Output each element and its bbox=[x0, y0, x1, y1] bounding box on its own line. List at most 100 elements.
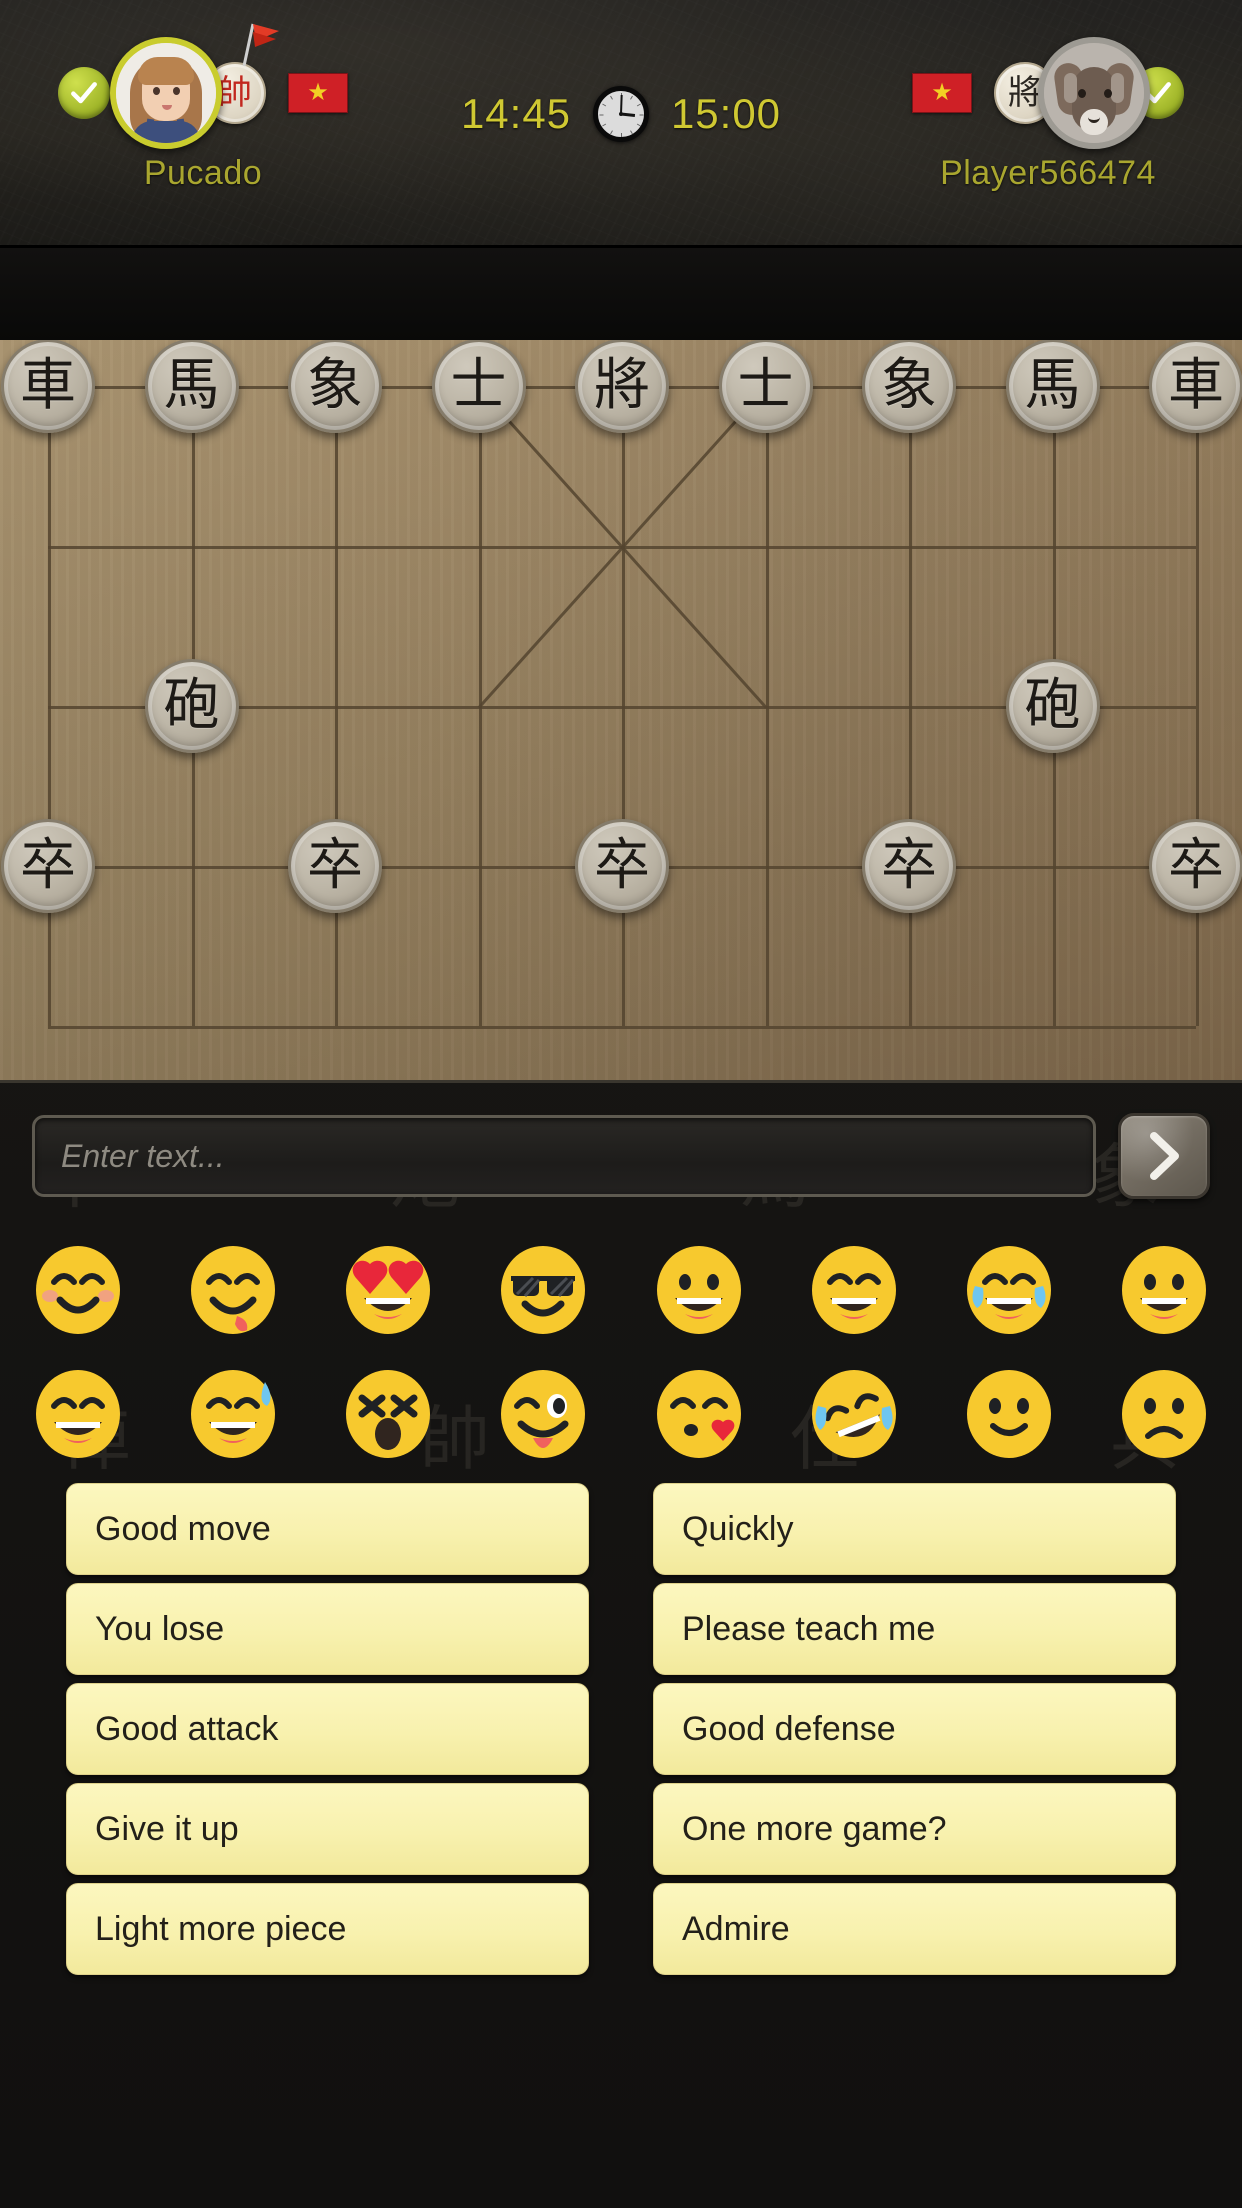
quick-message-label: Good attack bbox=[95, 1709, 279, 1748]
timer-right-value: 15:00 bbox=[670, 90, 782, 137]
game-header: 帥 ★ Pucado 14:45 15:00 ★ 將 Player566474 bbox=[0, 0, 1242, 248]
slightly-smiling-face-emoji bbox=[967, 1370, 1052, 1458]
smiling-face-with-smiling-eyes-emoji[interactable] bbox=[0, 1231, 155, 1349]
face-blowing-a-kiss-emoji bbox=[656, 1370, 741, 1458]
quick-message-label: Light more piece bbox=[95, 1909, 347, 1948]
smiling-face-with-sunglasses-emoji bbox=[501, 1246, 586, 1334]
ready-check-badge-left bbox=[58, 67, 110, 119]
board-piece[interactable]: 卒 bbox=[288, 819, 382, 913]
quick-message-label: One more game? bbox=[682, 1809, 947, 1848]
board-top-gap bbox=[0, 248, 1242, 340]
player-left-country-flag: ★ bbox=[288, 73, 348, 113]
board-piece[interactable]: 士 bbox=[431, 340, 526, 433]
frowning-face-emoji bbox=[1122, 1370, 1207, 1458]
board-piece[interactable]: 砲 bbox=[144, 659, 239, 753]
player-left[interactable]: 帥 ★ Pucado bbox=[58, 23, 348, 193]
chevron-right-icon bbox=[1150, 1132, 1179, 1180]
quick-message-button[interactable]: You lose bbox=[66, 1583, 589, 1675]
ram-avatar bbox=[1044, 43, 1144, 143]
player-right[interactable]: ★ 將 Player566474 bbox=[912, 37, 1184, 193]
chat-input-field[interactable] bbox=[32, 1115, 1096, 1197]
game-timer: 14:45 15:00 bbox=[457, 86, 785, 142]
avatar-left[interactable] bbox=[110, 37, 222, 149]
smiling-face-with-heart-eyes-emoji[interactable] bbox=[311, 1231, 466, 1349]
board-piece[interactable]: 卒 bbox=[862, 819, 956, 913]
board-piece[interactable]: 卒 bbox=[575, 819, 669, 913]
tired-face-emoji bbox=[346, 1370, 431, 1458]
emoji-picker-grid[interactable] bbox=[0, 1231, 1242, 1473]
rolling-on-the-floor-laughing-emoji[interactable] bbox=[776, 1355, 931, 1473]
board-piece[interactable]: 車 bbox=[1, 340, 95, 433]
quick-message-label: Please teach me bbox=[682, 1609, 936, 1648]
smiling-face-with-heart-eyes-emoji bbox=[346, 1246, 431, 1334]
send-message-button[interactable] bbox=[1118, 1113, 1210, 1199]
board-piece[interactable]: 卒 bbox=[1149, 819, 1242, 913]
board-piece[interactable]: 象 bbox=[862, 340, 956, 433]
quick-message-button[interactable]: Good attack bbox=[66, 1683, 589, 1775]
player-right-country-flag: ★ bbox=[912, 73, 972, 113]
quick-message-label: Good defense bbox=[682, 1709, 896, 1748]
board-line-vertical bbox=[1196, 386, 1199, 1026]
winking-face-with-tongue-emoji[interactable] bbox=[466, 1355, 621, 1473]
board-piece[interactable]: 士 bbox=[718, 340, 813, 433]
board-piece[interactable]: 卒 bbox=[1, 819, 95, 913]
timer-left-value: 14:45 bbox=[460, 90, 572, 137]
rolling-on-the-floor-laughing-emoji bbox=[811, 1370, 896, 1458]
face-blowing-a-kiss-emoji[interactable] bbox=[621, 1355, 776, 1473]
xiangqi-board[interactable]: 車馬象士將士象馬車砲砲卒卒卒卒卒 bbox=[0, 340, 1242, 1080]
quick-message-button[interactable]: Give it up bbox=[66, 1783, 589, 1875]
grinning-squinting-face-emoji[interactable] bbox=[776, 1231, 931, 1349]
grinning-face-with-big-eyes-emoji[interactable] bbox=[621, 1231, 776, 1349]
player-right-piece-glyph: 將 bbox=[1008, 73, 1042, 113]
chat-text-input[interactable] bbox=[61, 1137, 1067, 1175]
face-with-tears-of-joy-emoji bbox=[967, 1246, 1052, 1334]
grinning-face-with-big-eyes-emoji bbox=[656, 1246, 741, 1334]
board-piece[interactable]: 馬 bbox=[144, 340, 239, 433]
board-piece[interactable]: 將 bbox=[575, 340, 669, 433]
quick-message-button[interactable]: Light more piece bbox=[66, 1883, 589, 1975]
quick-message-button[interactable]: Please teach me bbox=[653, 1583, 1176, 1675]
game-screen: 帥 ★ Pucado 14:45 15:00 ★ 將 Player566474 … bbox=[0, 0, 1242, 2208]
face-savoring-food-emoji[interactable] bbox=[155, 1231, 310, 1349]
quick-message-label: Good move bbox=[95, 1509, 271, 1548]
chat-panel: 車 炮 馬 象 俥 帥 仕 兵 Good moveQuicklyYou lose… bbox=[0, 1080, 1242, 2208]
player-right-row: ★ 將 bbox=[912, 37, 1184, 149]
tired-face-emoji[interactable] bbox=[311, 1355, 466, 1473]
player-left-row: 帥 ★ bbox=[58, 23, 348, 149]
quick-message-grid[interactable]: Good move Quickly You lose Please teach me G… bbox=[0, 1483, 1242, 1975]
winking-face-with-tongue-emoji bbox=[501, 1370, 586, 1458]
face-with-tears-of-joy-emoji[interactable] bbox=[932, 1231, 1087, 1349]
flag-star-icon: ★ bbox=[931, 79, 953, 106]
grinning-squinting-face-emoji bbox=[811, 1246, 896, 1334]
player-right-name: Player566474 bbox=[940, 154, 1156, 192]
quick-message-button[interactable]: Good move bbox=[66, 1483, 589, 1575]
smiling-face-with-sunglasses-emoji[interactable] bbox=[466, 1231, 621, 1349]
grinning-face-with-sweat-emoji bbox=[190, 1370, 275, 1458]
beaming-face-emoji[interactable] bbox=[0, 1355, 155, 1473]
quick-message-label: Quickly bbox=[682, 1509, 794, 1548]
grinning-face-with-sweat-emoji[interactable] bbox=[155, 1355, 310, 1473]
chat-input-row bbox=[32, 1113, 1210, 1199]
frowning-face-emoji[interactable] bbox=[1087, 1355, 1242, 1473]
board-piece[interactable]: 車 bbox=[1149, 340, 1242, 433]
slightly-smiling-face-emoji[interactable] bbox=[932, 1355, 1087, 1473]
quick-message-button[interactable]: Quickly bbox=[653, 1483, 1176, 1575]
player-left-name: Pucado bbox=[143, 154, 263, 192]
face-savoring-food-emoji bbox=[190, 1246, 275, 1334]
quick-message-label: Give it up bbox=[95, 1809, 239, 1848]
board-piece[interactable]: 砲 bbox=[1005, 659, 1100, 753]
smiling-face-with-smiling-eyes-emoji bbox=[35, 1246, 120, 1334]
board-piece[interactable]: 象 bbox=[288, 340, 382, 433]
avatar-right[interactable] bbox=[1038, 37, 1150, 149]
quick-message-button[interactable]: Admire bbox=[653, 1883, 1176, 1975]
quick-message-button[interactable]: One more game? bbox=[653, 1783, 1176, 1875]
grinning-face-emoji[interactable] bbox=[1087, 1231, 1242, 1349]
board-piece[interactable]: 馬 bbox=[1005, 340, 1100, 433]
quick-message-label: Admire bbox=[682, 1909, 790, 1948]
grinning-face-emoji bbox=[1122, 1246, 1207, 1334]
beaming-face-emoji bbox=[35, 1370, 120, 1458]
quick-message-button[interactable]: Good defense bbox=[653, 1683, 1176, 1775]
flag-star-icon: ★ bbox=[307, 79, 329, 106]
board-line-horizontal bbox=[48, 1026, 1196, 1029]
clock-icon bbox=[593, 86, 649, 142]
